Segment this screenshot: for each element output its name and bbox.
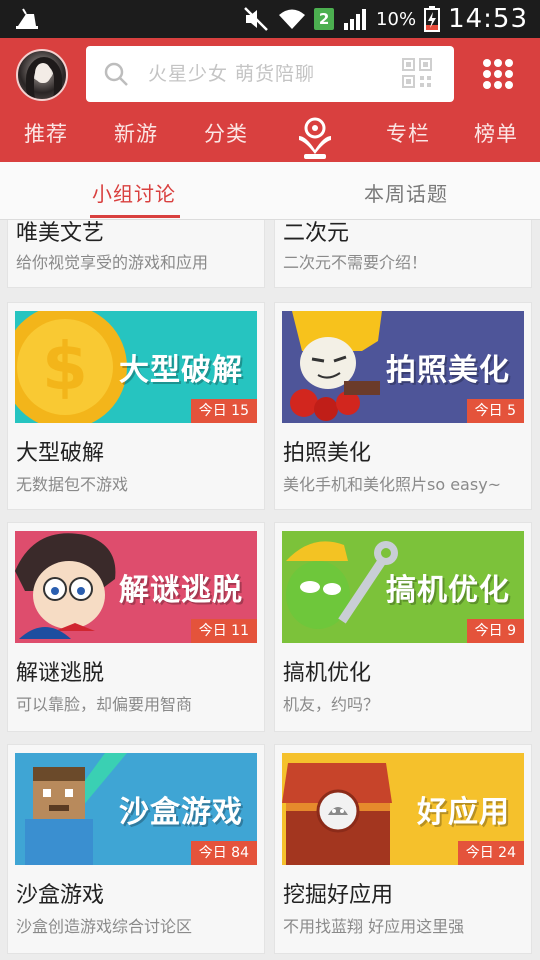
search-input[interactable] [148,46,388,102]
today-count-badge: 今日 84 [190,841,257,865]
today-count-badge: 今日 24 [457,841,524,865]
cartoon-character-icon [290,311,382,421]
group-card[interactable]: 好应用 今日 24 挖掘好应用 不用找蓝翔 好应用这里强 [274,744,532,954]
group-card[interactable]: 搞机优化 今日 9 搞机优化 机友，约吗？ [274,522,532,732]
group-desc: 不用找蓝翔 好应用这里强 [283,917,465,936]
subtab-active-indicator [90,215,180,218]
group-banner: 解谜逃脱 今日 11 [15,531,257,643]
group-desc: 可以靠脸，却偏要用智商 [16,695,193,714]
group-card[interactable]: 二次元 二次元不需要介绍！ [274,220,532,288]
status-bar: 2 10% 14:53 [0,0,540,38]
banner-text: 大型破解 [119,353,243,388]
group-desc: 沙盒创造游戏综合讨论区 [16,917,193,936]
today-count-badge: 今日 5 [466,399,524,423]
group-title: 搞机优化 [283,661,372,686]
battery-percent: 10% [376,8,417,30]
tab-rankings[interactable]: 榜单 [474,118,518,148]
mute-icon [244,7,268,31]
group-card[interactable]: 解谜逃脱 今日 11 解谜逃脱 可以靠脸，却偏要用智商 [7,522,265,732]
group-desc: 二次元不需要介绍！ [283,253,428,272]
tab-recommend[interactable]: 推荐 [24,118,68,148]
banner-text: 解谜逃脱 [119,573,243,608]
subtab-group-discussion[interactable]: 小组讨论 [92,178,176,207]
banner-text: 好应用 [417,795,510,830]
gold-coin-icon: $ [15,311,127,423]
group-banner: $ 大型破解 今日 15 [15,311,257,423]
group-desc: 美化手机和美化照片so easy~ [283,475,502,494]
banner-text: 搞机优化 [386,573,510,608]
group-title: 挖掘好应用 [283,883,394,908]
qr-scan-icon[interactable] [402,58,432,88]
main-tabs: 推荐 新游 分类 专栏 榜单 [0,114,540,159]
group-title: 二次元 [283,221,350,246]
group-desc: 机友，约吗？ [283,695,380,714]
notification-badge: 2 [314,8,335,30]
group-card[interactable]: 拍照美化 今日 5 拍照美化 美化手机和美化照片so easy~ [274,302,532,510]
group-title: 唯美文艺 [16,221,105,246]
minecraft-character-icon [25,753,127,865]
group-banner: 拍照美化 今日 5 [282,311,524,423]
tab-active-indicator [304,154,326,159]
search-box[interactable] [86,46,454,102]
treasure-chest-icon [282,763,392,865]
group-banner: 沙盒游戏 今日 84 [15,753,257,865]
group-card[interactable]: 沙盒游戏 今日 84 沙盒游戏 沙盒创造游戏综合讨论区 [7,744,265,954]
subtabs: 小组讨论 本周话题 [0,162,540,220]
group-banner: 好应用 今日 24 [282,753,524,865]
tab-new-games[interactable]: 新游 [114,118,158,148]
android-debug-icon [16,8,38,29]
group-card[interactable]: 唯美文艺 给你视觉享受的游戏和应用 [7,220,265,288]
robot-wrench-icon [286,541,398,629]
detective-character-icon [15,533,116,639]
svg-text:$: $ [42,328,88,405]
avatar[interactable] [16,49,68,101]
group-title: 拍照美化 [283,441,372,466]
group-desc: 无数据包不游戏 [16,475,129,494]
tab-columns[interactable]: 专栏 [386,118,430,148]
app-header: 推荐 新游 分类 专栏 榜单 [0,38,540,162]
group-title: 大型破解 [16,441,105,466]
wifi-icon [279,9,306,29]
group-desc: 给你视觉享受的游戏和应用 [16,253,209,272]
tab-categories[interactable]: 分类 [204,118,248,148]
banner-text: 拍照美化 [386,353,510,388]
group-title: 沙盒游戏 [16,883,105,908]
today-count-badge: 今日 9 [466,619,524,643]
apps-grid-icon[interactable] [482,58,514,90]
group-grid: 唯美文艺 给你视觉享受的游戏和应用 二次元 二次元不需要介绍！ $ 大型破解 今… [0,220,540,960]
signal-icon [344,9,367,30]
group-banner: 搞机优化 今日 9 [282,531,524,643]
clock: 14:53 [448,4,528,34]
battery-charging-icon [424,6,441,32]
group-title: 解谜逃脱 [16,661,105,686]
search-icon [104,62,128,86]
banner-text: 沙盒游戏 [119,795,243,830]
today-count-badge: 今日 15 [190,399,257,423]
subtab-weekly-topics[interactable]: 本周话题 [364,178,448,207]
group-card[interactable]: $ 大型破解 今日 15 大型破解 无数据包不游戏 [7,302,265,510]
tab-community-icon[interactable] [296,116,334,154]
today-count-badge: 今日 11 [190,619,257,643]
